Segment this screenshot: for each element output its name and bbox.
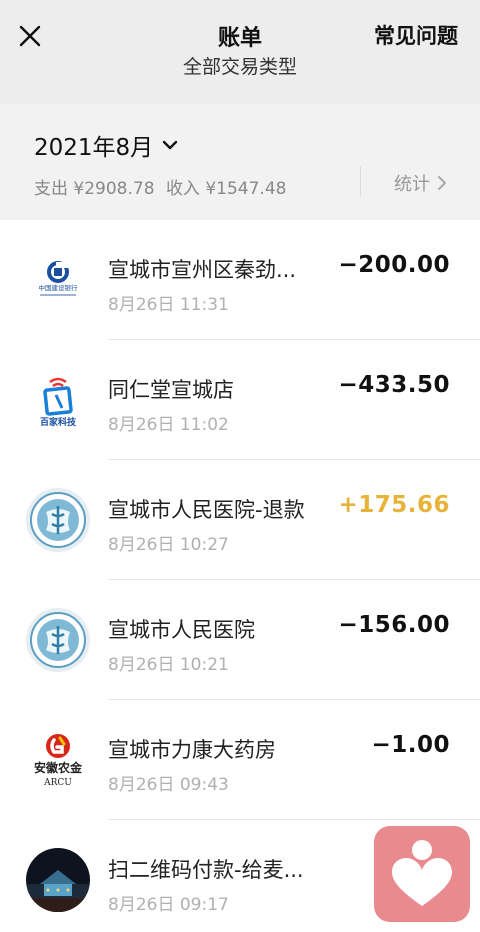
merchant-name: 宣城市人民医院 <box>108 618 255 642</box>
ccb-bank-logo-icon: 中国建设银行 <box>26 248 90 312</box>
baijia-logo-text: 百家科技 <box>40 416 77 428</box>
heart-person-icon <box>392 840 452 906</box>
arcu-bank-logo-icon: 安徽农金 ARCU <box>26 728 90 792</box>
transaction-row[interactable]: 宣城市人民医院-退款 8月26日 10:27 +175.66 <box>0 460 480 580</box>
transaction-time: 8月26日 10:27 <box>108 535 229 555</box>
transaction-row[interactable]: 宣城市人民医院 8月26日 10:21 −156.00 <box>0 580 480 700</box>
divider <box>360 166 361 196</box>
arcu-logo-text-en: ARCU <box>43 778 72 788</box>
baijia-tech-logo-icon: 百家科技 <box>26 368 90 432</box>
merchant-name: 宣城市力康大药房 <box>108 738 276 762</box>
transaction-row[interactable]: 中国建设银行 宣城市宣州区秦劲... 8月26日 11:31 −200.00 <box>0 220 480 340</box>
transaction-row[interactable]: 安徽农金 ARCU 宣城市力康大药房 8月26日 09:43 −1.00 <box>0 700 480 820</box>
top-bar: 账单 常见问题 全部交易类型 <box>0 0 480 104</box>
month-summary-bar: 2021年8月 支出 ¥2908.78 收入 ¥1547.48 统计 <box>0 104 480 220</box>
merchant-name: 同仁堂宣城店 <box>108 378 234 402</box>
transaction-amount: −1.00 <box>371 732 450 758</box>
transaction-row[interactable]: 百家科技 同仁堂宣城店 8月26日 11:02 −433.50 <box>0 340 480 460</box>
transaction-amount: +175.66 <box>338 492 450 518</box>
transaction-amount: −156.00 <box>338 612 450 638</box>
transaction-amount: −433.50 <box>338 372 450 398</box>
transaction-amount: −200.00 <box>338 252 450 278</box>
transaction-time: 8月26日 11:02 <box>108 415 229 435</box>
transaction-time: 8月26日 09:17 <box>108 895 229 915</box>
expense-total: 支出 ¥2908.78 <box>34 179 155 199</box>
merchant-name: 扫二维码付款-给麦... <box>108 858 304 882</box>
chevron-down-icon <box>162 140 178 150</box>
merchant-name: 宣城市宣州区秦劲... <box>108 258 297 282</box>
month-totals: 支出 ¥2908.78 收入 ¥1547.48 <box>34 174 292 199</box>
income-total: 收入 ¥1547.48 <box>165 179 287 199</box>
transaction-time: 8月26日 09:43 <box>108 775 229 795</box>
month-label: 2021年8月 <box>34 135 154 161</box>
transaction-time: 8月26日 10:21 <box>108 655 229 675</box>
hospital-logo-icon <box>26 608 90 672</box>
stats-label: 统计 <box>394 174 430 195</box>
stats-button[interactable]: 统计 <box>394 170 448 196</box>
hospital-logo-icon <box>26 488 90 552</box>
transaction-time: 8月26日 11:31 <box>108 295 229 315</box>
faq-link[interactable]: 常见问题 <box>374 20 458 50</box>
arcu-logo-text-cn: 安徽农金 <box>34 760 83 775</box>
floating-heart-button[interactable] <box>374 826 470 922</box>
month-selector[interactable]: 2021年8月 <box>34 128 179 162</box>
ccb-logo-text: 中国建设银行 <box>39 283 79 292</box>
chevron-right-icon <box>438 176 446 190</box>
night-scene-photo-icon <box>26 848 90 912</box>
merchant-name: 宣城市人民医院-退款 <box>108 498 305 522</box>
transaction-type-filter[interactable]: 全部交易类型 <box>0 52 480 79</box>
